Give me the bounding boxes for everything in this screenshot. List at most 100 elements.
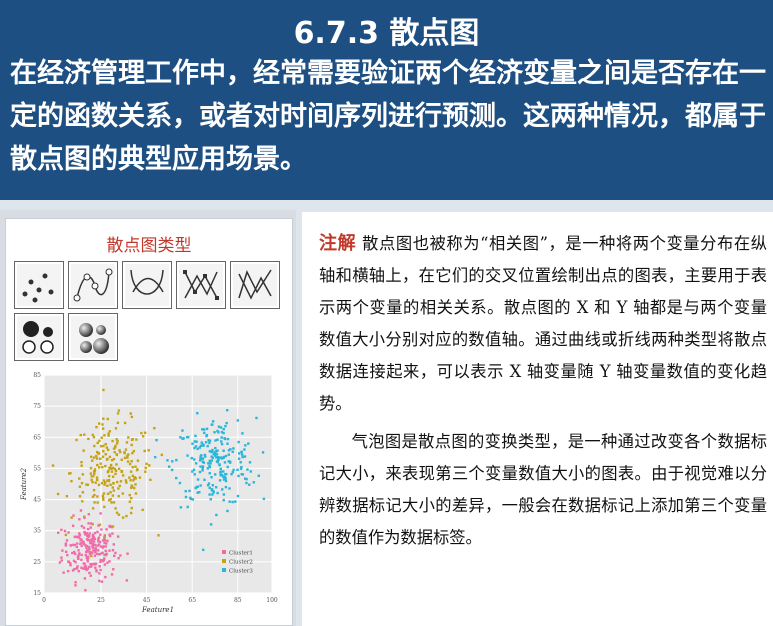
data-point bbox=[108, 524, 111, 528]
data-point bbox=[110, 501, 113, 504]
data-point bbox=[103, 563, 107, 566]
data-point bbox=[92, 474, 95, 478]
data-point bbox=[106, 492, 110, 496]
data-point bbox=[175, 458, 178, 462]
data-point bbox=[214, 453, 218, 456]
data-point bbox=[174, 476, 178, 480]
data-point bbox=[95, 569, 98, 572]
data-point bbox=[217, 425, 221, 428]
data-point bbox=[96, 463, 99, 467]
data-point bbox=[218, 463, 221, 466]
data-point bbox=[88, 571, 91, 575]
data-point bbox=[112, 501, 116, 504]
data-point bbox=[78, 532, 81, 535]
data-point bbox=[132, 479, 135, 482]
y-tick-label: 25 bbox=[33, 559, 41, 566]
data-point bbox=[222, 493, 226, 496]
data-point bbox=[217, 458, 220, 461]
scatter-points-icon bbox=[14, 261, 64, 309]
data-point bbox=[237, 474, 240, 478]
data-point bbox=[199, 484, 202, 487]
data-point bbox=[219, 470, 223, 473]
data-point bbox=[188, 489, 191, 493]
data-point bbox=[103, 434, 106, 437]
data-point bbox=[90, 455, 93, 459]
data-point bbox=[60, 559, 63, 562]
data-point bbox=[84, 565, 88, 568]
data-point bbox=[255, 416, 258, 420]
data-point bbox=[70, 516, 73, 519]
data-point bbox=[79, 433, 82, 437]
data-point bbox=[211, 420, 215, 423]
data-point bbox=[102, 498, 105, 501]
data-point bbox=[108, 430, 112, 433]
bubble-icon bbox=[14, 313, 64, 361]
data-point bbox=[106, 561, 109, 564]
data-point bbox=[236, 419, 240, 422]
x-tick-label: 45 bbox=[143, 597, 151, 604]
data-point bbox=[101, 465, 104, 469]
data-point bbox=[178, 481, 182, 485]
data-point bbox=[72, 514, 75, 517]
data-point bbox=[196, 447, 199, 451]
data-point bbox=[89, 526, 92, 529]
data-point bbox=[77, 549, 80, 552]
data-point bbox=[211, 493, 214, 496]
data-point bbox=[127, 436, 130, 439]
data-point bbox=[193, 458, 196, 461]
data-point bbox=[241, 455, 244, 459]
data-point bbox=[102, 559, 105, 563]
data-point bbox=[238, 452, 241, 455]
data-point bbox=[101, 455, 105, 458]
data-point bbox=[83, 515, 86, 518]
data-point bbox=[64, 542, 68, 545]
data-point bbox=[189, 496, 192, 500]
data-point bbox=[262, 497, 266, 501]
data-point bbox=[98, 543, 101, 546]
data-point bbox=[130, 497, 133, 500]
data-point bbox=[131, 451, 134, 455]
data-point bbox=[219, 426, 223, 429]
data-point bbox=[88, 545, 91, 549]
data-point bbox=[108, 549, 111, 552]
data-point bbox=[92, 435, 96, 439]
data-point bbox=[231, 500, 234, 504]
data-point bbox=[128, 462, 132, 466]
data-point bbox=[91, 480, 94, 484]
data-point bbox=[222, 427, 225, 431]
data-point bbox=[99, 545, 102, 548]
data-point bbox=[144, 466, 147, 470]
data-point bbox=[100, 580, 104, 583]
x-axis-label: Feature1 bbox=[141, 606, 174, 614]
data-point bbox=[117, 409, 121, 412]
data-point bbox=[129, 511, 133, 515]
figure-panel: 散点图类型 15 25 35 45 55 65 75 85 0 25 45 65… bbox=[0, 210, 296, 626]
data-point bbox=[208, 465, 212, 469]
data-point bbox=[94, 566, 97, 569]
data-point bbox=[90, 538, 93, 541]
y-tick-label: 55 bbox=[33, 465, 41, 472]
data-point bbox=[86, 548, 89, 551]
data-point bbox=[83, 530, 86, 534]
data-point bbox=[86, 483, 90, 487]
data-point bbox=[61, 549, 64, 552]
data-point bbox=[91, 545, 94, 548]
data-point bbox=[154, 455, 157, 459]
note-body: 注解 散点图也被称为“相关图”，是一种将两个变量分布在纵轴和横轴上，在它们的交叉位… bbox=[319, 228, 767, 554]
data-point bbox=[103, 481, 107, 484]
data-point bbox=[155, 438, 158, 442]
data-point bbox=[198, 490, 201, 494]
data-point bbox=[95, 476, 99, 479]
data-point bbox=[202, 461, 206, 464]
data-point bbox=[218, 479, 222, 482]
data-point bbox=[214, 439, 217, 442]
data-point bbox=[184, 495, 188, 499]
data-point bbox=[166, 459, 169, 462]
data-point bbox=[241, 453, 244, 456]
data-point bbox=[208, 459, 211, 463]
data-point bbox=[91, 522, 94, 526]
data-point bbox=[109, 467, 112, 470]
data-point bbox=[223, 461, 227, 464]
data-point bbox=[236, 494, 240, 498]
slide-header: 6.7.3 散点图 在经济管理工作中，经常需要验证两个经济变量之间是否存在一定的… bbox=[0, 0, 773, 200]
